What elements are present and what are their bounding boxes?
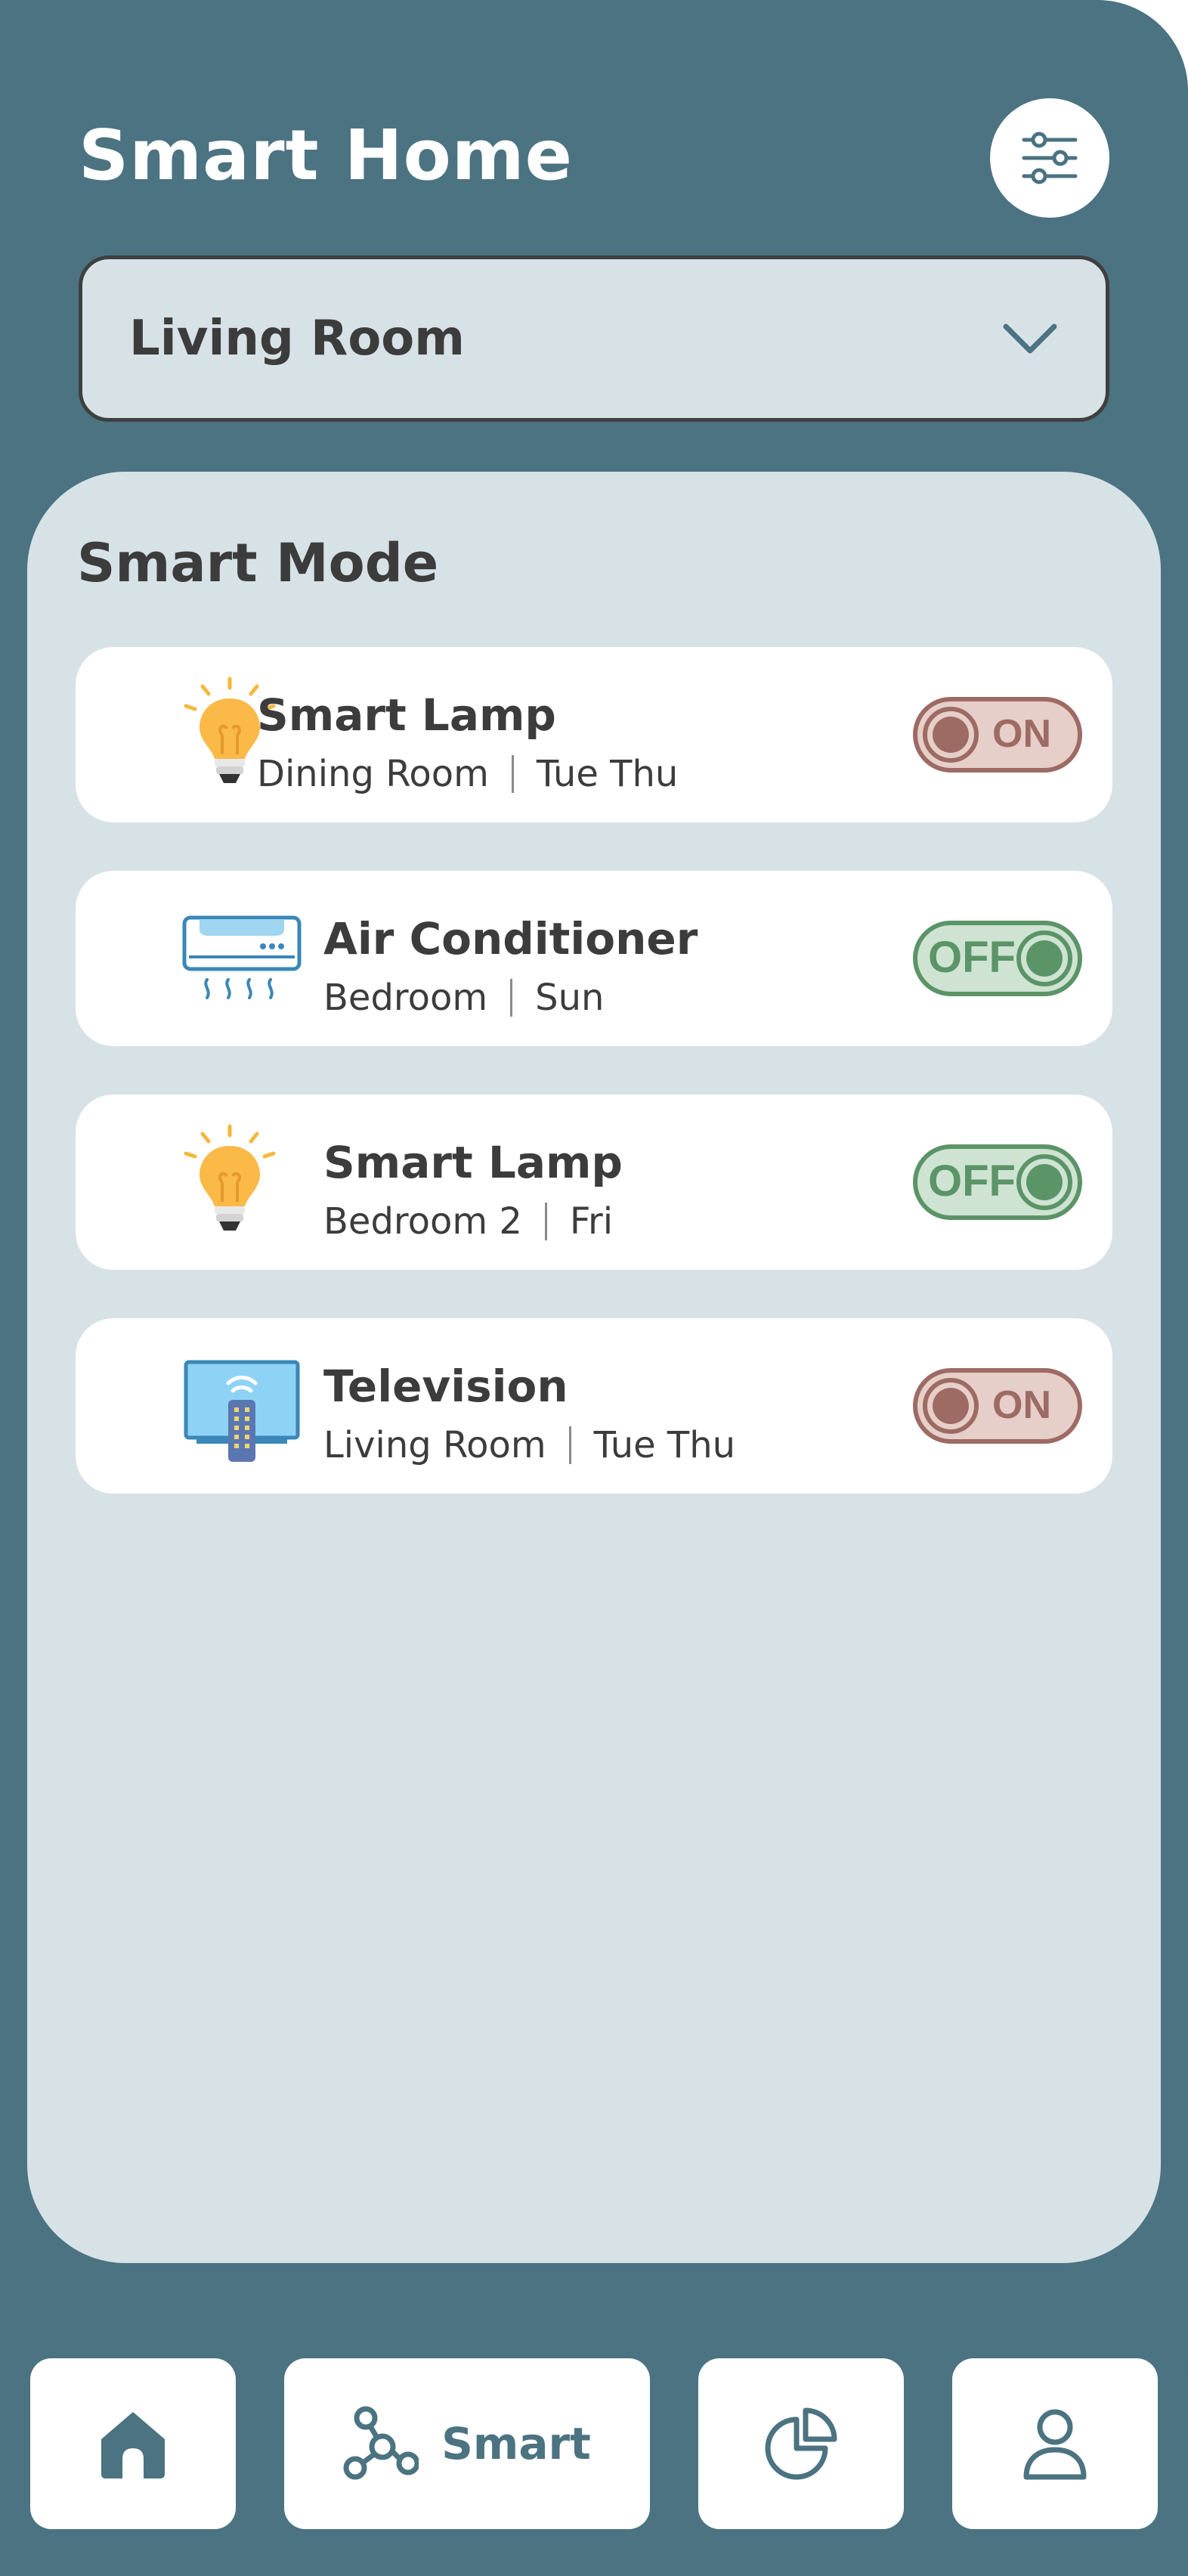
toggle-state-label: OFF — [928, 1156, 1016, 1206]
device-name: Smart Lamp — [257, 689, 556, 741]
nav-profile[interactable] — [952, 2358, 1158, 2529]
device-card-smart-lamp-dining[interactable]: Smart Lamp Dining Room Tue Thu ON — [76, 647, 1112, 822]
toggle-state-label: OFF — [928, 933, 1016, 982]
lamp-icon — [184, 1124, 276, 1231]
pie-chart-icon — [765, 2407, 837, 2480]
divider — [510, 979, 513, 1017]
device-room: Bedroom 2 — [323, 1200, 522, 1243]
app-screen: Smart Home Living Room Smart Mode Smart … — [0, 0, 1188, 2576]
nav-smart-label: Smart — [441, 2418, 591, 2469]
toggle-state-label: ON — [992, 1383, 1051, 1427]
device-card-air-conditioner[interactable]: Air Conditioner Bedroom Sun OFF — [76, 871, 1112, 1046]
toggle-state-label: ON — [992, 712, 1051, 756]
device-card-smart-lamp-bedroom2[interactable]: Smart Lamp Bedroom 2 Fri OFF — [76, 1094, 1112, 1270]
device-toggle-on[interactable]: ON — [913, 697, 1082, 772]
filter-button[interactable] — [990, 98, 1109, 218]
device-toggle-off[interactable]: OFF — [913, 1144, 1082, 1220]
smart-mode-panel: Smart Mode Smart Lamp Dining Room Tue Th… — [27, 472, 1161, 2263]
bottom-nav: Smart — [0, 2311, 1188, 2576]
device-schedule: Bedroom 2 Fri — [323, 1200, 613, 1243]
room-selector[interactable]: Living Room — [79, 255, 1109, 422]
device-room: Dining Room — [257, 753, 489, 795]
user-icon — [1023, 2409, 1087, 2480]
device-days: Sun — [535, 977, 605, 1019]
device-schedule: Dining Room Tue Thu — [257, 753, 678, 795]
nodes-icon — [343, 2406, 419, 2480]
divider — [568, 1426, 571, 1464]
room-selector-value: Living Room — [129, 311, 465, 367]
television-icon — [184, 1360, 300, 1462]
device-name: Television — [323, 1361, 568, 1412]
page-title: Smart Home — [79, 115, 574, 196]
home-icon — [101, 2412, 165, 2478]
divider — [511, 755, 514, 793]
device-toggle-on[interactable]: ON — [913, 1368, 1082, 1444]
chevron-down-icon — [1003, 324, 1057, 354]
divider — [544, 1203, 547, 1240]
device-days: Tue Thu — [536, 753, 679, 795]
sliders-icon — [1022, 132, 1078, 184]
device-name: Air Conditioner — [323, 913, 698, 964]
device-days: Tue Thu — [593, 1424, 736, 1466]
device-schedule: Living Room Tue Thu — [323, 1424, 735, 1466]
device-card-television[interactable]: Television Living Room Tue Thu ON — [76, 1318, 1112, 1494]
device-toggle-off[interactable]: OFF — [913, 921, 1082, 996]
device-room: Living Room — [323, 1424, 546, 1466]
device-room: Bedroom — [323, 977, 488, 1019]
smart-mode-title: Smart Mode — [77, 532, 439, 594]
nav-home[interactable] — [30, 2358, 236, 2529]
nav-stats[interactable] — [698, 2358, 904, 2529]
air-conditioner-icon — [182, 915, 302, 999]
device-name: Smart Lamp — [323, 1137, 623, 1188]
device-schedule: Bedroom Sun — [323, 977, 604, 1019]
device-days: Fri — [569, 1200, 614, 1243]
nav-smart[interactable]: Smart — [284, 2358, 650, 2529]
